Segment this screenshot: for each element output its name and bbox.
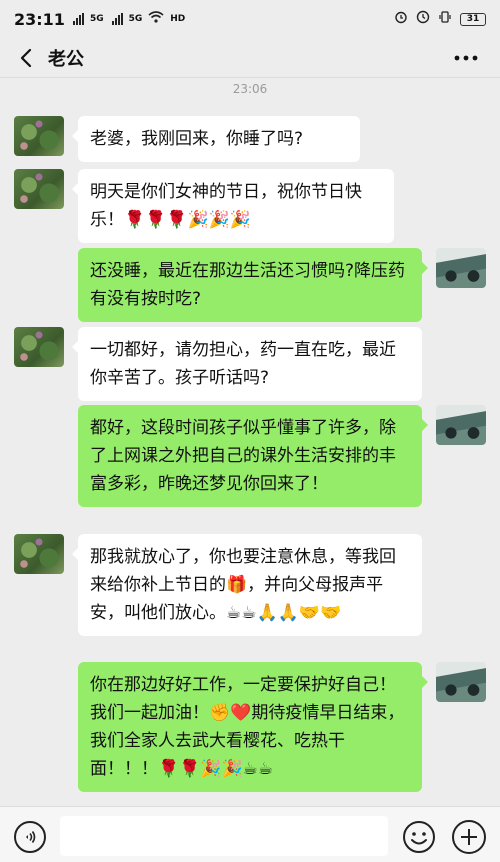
wifi-icon [148,11,164,27]
alarm-icon [394,10,408,28]
message-bubble[interactable]: 还没睡，最近在那边生活还习惯吗?降压药有没有按时吃? [78,248,428,322]
emoji-icon[interactable] [402,820,436,854]
chat-timestamp: 23:06 [232,82,268,96]
battery-icon: 31 [460,12,486,26]
chevron-left-icon[interactable] [6,38,46,78]
signal-icon [72,13,84,25]
contact-avatar[interactable] [14,116,64,156]
chat-title: 老公 [48,48,84,70]
message-bubble[interactable]: 你在那边好好工作，一定要保护好自己！我们一起加油！✊❤️期待疫情早日结束，我们全… [78,662,428,792]
my-avatar[interactable] [436,405,486,445]
signal-label-2: 5G [128,14,143,24]
input-bar [0,806,500,862]
my-avatar[interactable] [436,662,486,702]
chat-header: 老公 [0,38,500,78]
message-bubble[interactable]: 都好，这段时间孩子似乎懂事了许多，除了上网课之外把自己的课外生活安排的丰富多彩，… [78,405,428,507]
my-avatar[interactable] [436,248,486,288]
voice-icon[interactable] [14,821,46,853]
contact-avatar[interactable] [14,169,64,209]
message-input[interactable] [60,816,388,856]
status-left: 23:11 5G 5G HD [14,10,185,29]
clock-icon [416,10,430,28]
status-bar: 23:11 5G 5G HD 31 [0,0,500,38]
more-dots-icon[interactable] [446,38,486,78]
message-bubble[interactable]: 明天是你们女神的节日，祝你节日快乐！🌹🌹🌹🎉🎉🎉 [72,169,394,243]
signal-label: 5G [89,14,104,24]
signal-icon-2 [111,13,123,25]
status-time: 23:11 [14,9,65,29]
contact-avatar[interactable] [14,327,64,367]
message-bubble[interactable]: 一切都好，请勿担心，药一直在吃，最近你辛苦了。孩子听话吗? [72,327,422,401]
message-bubble[interactable]: 那我就放心了，你也要注意休息，等我回来给你补上节日的🎁，并向父母报声平安，叫他们… [72,534,422,636]
hd-label: HD [170,14,186,24]
status-right: 31 [394,10,486,28]
vibrate-icon [438,10,452,28]
plus-icon[interactable] [452,820,486,854]
message-bubble[interactable]: 老婆，我刚回来，你睡了吗? [72,116,360,162]
contact-avatar[interactable] [14,534,64,574]
